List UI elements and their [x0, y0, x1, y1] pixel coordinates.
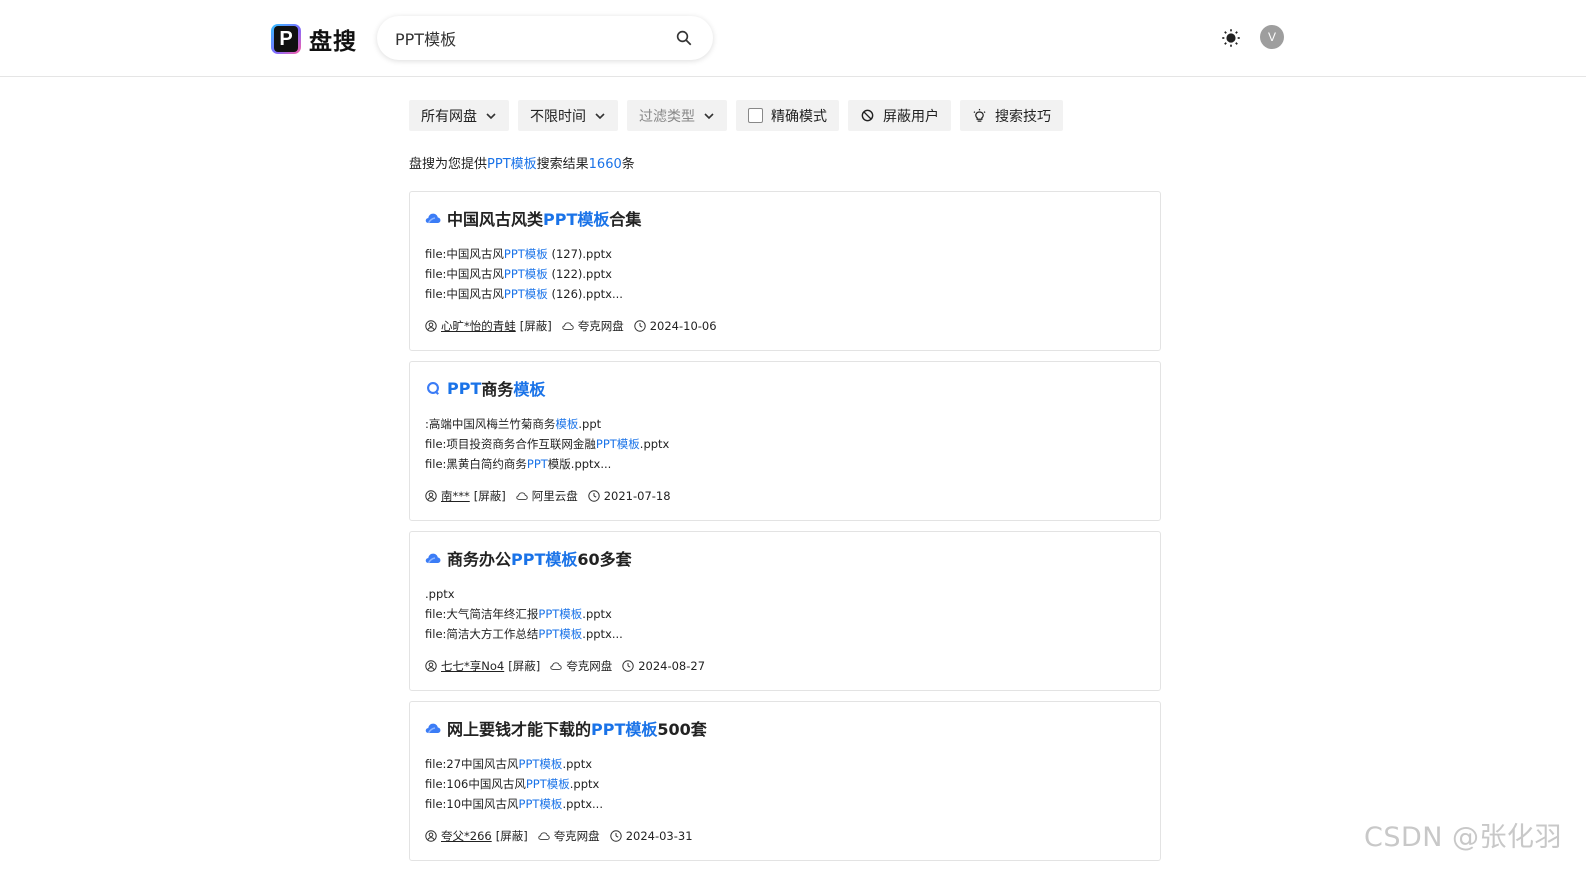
block-user-link[interactable]: [屏蔽] — [496, 828, 528, 844]
time-filter-label: 不限时间 — [530, 108, 586, 125]
block-icon — [861, 109, 874, 122]
watermark: CSDN @张化羽 — [1364, 822, 1563, 853]
disk-source: 夸克网盘 — [566, 659, 613, 673]
result-title-link[interactable]: 中国风古风类 PPT模板 合集 — [425, 206, 641, 230]
user-icon — [425, 320, 437, 332]
result-card[interactable]: PPT 商务 模板 :高端中国风梅兰竹菊商务模板.ppt file:项目投资商务合作互… — [409, 361, 1161, 521]
file-line: file:中国风古风PPT模板 (127).pptx — [425, 247, 612, 261]
file-line: file:27中国风古风PPT模板.pptx — [425, 757, 593, 771]
file-line: file:简洁大方工作总结PPT模板.pptx... — [425, 627, 623, 641]
result-meta: 七七*享No4 [屏蔽] 夸克网盘 2024-08-27 — [425, 658, 705, 674]
share-date: 2024-03-31 — [625, 829, 693, 843]
result-card[interactable]: 中国风古风类 PPT模板 合集 file:中国风古风PPT模板 (127).pptx… — [409, 191, 1161, 351]
search-input[interactable] — [395, 28, 665, 48]
cloud-icon — [550, 662, 562, 670]
clock-icon — [609, 830, 622, 842]
file-list: file:中国风古风PPT模板 (127).pptx file:中国风古风PPT模… — [425, 244, 623, 304]
user-icon — [425, 490, 437, 502]
share-date: 2024-08-27 — [638, 659, 706, 673]
file-line: :高端中国风梅兰竹菊商务模板.ppt — [425, 417, 602, 431]
site-logo[interactable]: P 盘搜 — [271, 22, 357, 56]
share-date: 2024-10-06 — [649, 319, 717, 333]
file-line: file:项目投资商务合作互联网金融PPT模板.pptx — [425, 437, 670, 451]
clock-icon — [634, 320, 646, 332]
share-date: 2021-07-18 — [603, 489, 671, 503]
sun-theme-icon[interactable] — [1221, 28, 1241, 48]
block-user-link[interactable]: [屏蔽] — [520, 318, 552, 334]
cloud-icon — [562, 322, 574, 330]
chevron-down-icon — [486, 112, 496, 119]
file-list: file:27中国风古风PPT模板.pptx file:106中国风古风PPT模板… — [425, 754, 603, 814]
user-avatar[interactable]: V — [1260, 25, 1284, 49]
type-filter-label: 过滤类型 — [639, 108, 695, 125]
clock-icon — [622, 660, 634, 672]
lightbulb-icon — [973, 108, 986, 122]
uploader-link[interactable]: 七七*享No4 — [441, 658, 504, 674]
block-user-link[interactable]: [屏蔽] — [474, 488, 506, 504]
result-title-link[interactable]: PPT 商务 模板 — [425, 376, 545, 400]
search-icon[interactable] — [675, 29, 693, 47]
block-user-button[interactable]: 屏蔽用户 — [848, 100, 951, 131]
block-user-link[interactable]: [屏蔽] — [508, 658, 540, 674]
disk-source: 夸克网盘 — [553, 829, 600, 843]
file-line: .pptx — [425, 587, 455, 601]
chevron-down-icon — [595, 112, 605, 119]
disk-source: 阿里云盘 — [531, 489, 578, 503]
quark-cloud-icon — [425, 723, 441, 734]
result-title-link[interactable]: 商务办公 PPT模板 60多套 — [425, 546, 632, 570]
search-bar — [377, 16, 713, 60]
file-list: .pptx file:大气简洁年终汇报PPT模板.pptx file:简洁大方工作总… — [425, 584, 623, 644]
file-line: file:106中国风古风PPT模板.pptx — [425, 777, 600, 791]
chevron-down-icon — [704, 112, 714, 119]
file-line: file:黑黄白简约商务PPT模版.pptx... — [425, 457, 612, 471]
disk-filter-dropdown[interactable]: 所有网盘 — [409, 100, 509, 131]
user-icon — [425, 660, 437, 672]
precise-mode-toggle[interactable]: 精确模式 — [736, 100, 839, 131]
result-summary: 盘搜为您提供PPT模板搜索结果1660条 — [409, 157, 635, 172]
result-card[interactable]: 商务办公 PPT模板 60多套 .pptx file:大气简洁年终汇报PPT模板.pp… — [409, 531, 1161, 691]
filter-bar: 所有网盘 不限时间 过滤类型 精确模式 屏蔽用户 搜索技巧 — [409, 100, 1063, 131]
result-meta: 南*** [屏蔽] 阿里云盘 2021-07-18 — [425, 488, 671, 504]
type-filter-dropdown[interactable]: 过滤类型 — [627, 100, 727, 131]
file-line: file:中国风古风PPT模板 (126).pptx... — [425, 287, 623, 301]
block-user-label: 屏蔽用户 — [883, 108, 939, 125]
file-line: file:大气简洁年终汇报PPT模板.pptx — [425, 607, 612, 621]
disk-source: 夸克网盘 — [577, 319, 624, 333]
file-line: file:10中国风古风PPT模板.pptx... — [425, 797, 603, 811]
summary-keyword: PPT模板 — [487, 157, 537, 172]
disk-filter-label: 所有网盘 — [421, 108, 477, 125]
quark-cloud-icon — [425, 553, 441, 564]
result-meta: 夸父*266 [屏蔽] 夸克网盘 2024-03-31 — [425, 828, 693, 844]
uploader-link[interactable]: 夸父*266 — [441, 828, 492, 844]
result-title-link[interactable]: 网上要钱才能下载的 PPT模板 500套 — [425, 716, 707, 740]
uploader-link[interactable]: 南*** — [441, 488, 470, 504]
top-header: P 盘搜 V — [0, 0, 1586, 77]
user-icon — [425, 830, 437, 842]
quark-cloud-icon — [425, 213, 441, 224]
time-filter-dropdown[interactable]: 不限时间 — [518, 100, 618, 131]
result-meta: 心旷*怡的青蛙 [屏蔽] 夸克网盘 2024-10-06 — [425, 318, 717, 334]
cloud-icon — [516, 492, 528, 500]
search-tips-label: 搜索技巧 — [995, 108, 1051, 125]
result-count: 1660 — [588, 157, 622, 172]
cloud-icon — [538, 832, 550, 840]
search-tips-button[interactable]: 搜索技巧 — [960, 100, 1063, 131]
precise-mode-checkbox[interactable] — [748, 108, 763, 123]
clock-icon — [588, 490, 600, 502]
file-line: file:中国风古风PPT模板 (122).pptx — [425, 267, 612, 281]
precise-mode-label: 精确模式 — [771, 108, 827, 125]
aliyun-ring-icon — [427, 382, 439, 395]
file-list: :高端中国风梅兰竹菊商务模板.ppt file:项目投资商务合作互联网金融PPT模… — [425, 414, 669, 474]
result-card[interactable]: 网上要钱才能下载的 PPT模板 500套 file:27中国风古风PPT模板.ppt… — [409, 701, 1161, 861]
brand-name: 盘搜 — [309, 29, 357, 55]
logo-mark-icon: P — [271, 24, 301, 54]
uploader-link[interactable]: 心旷*怡的青蛙 — [441, 318, 516, 334]
